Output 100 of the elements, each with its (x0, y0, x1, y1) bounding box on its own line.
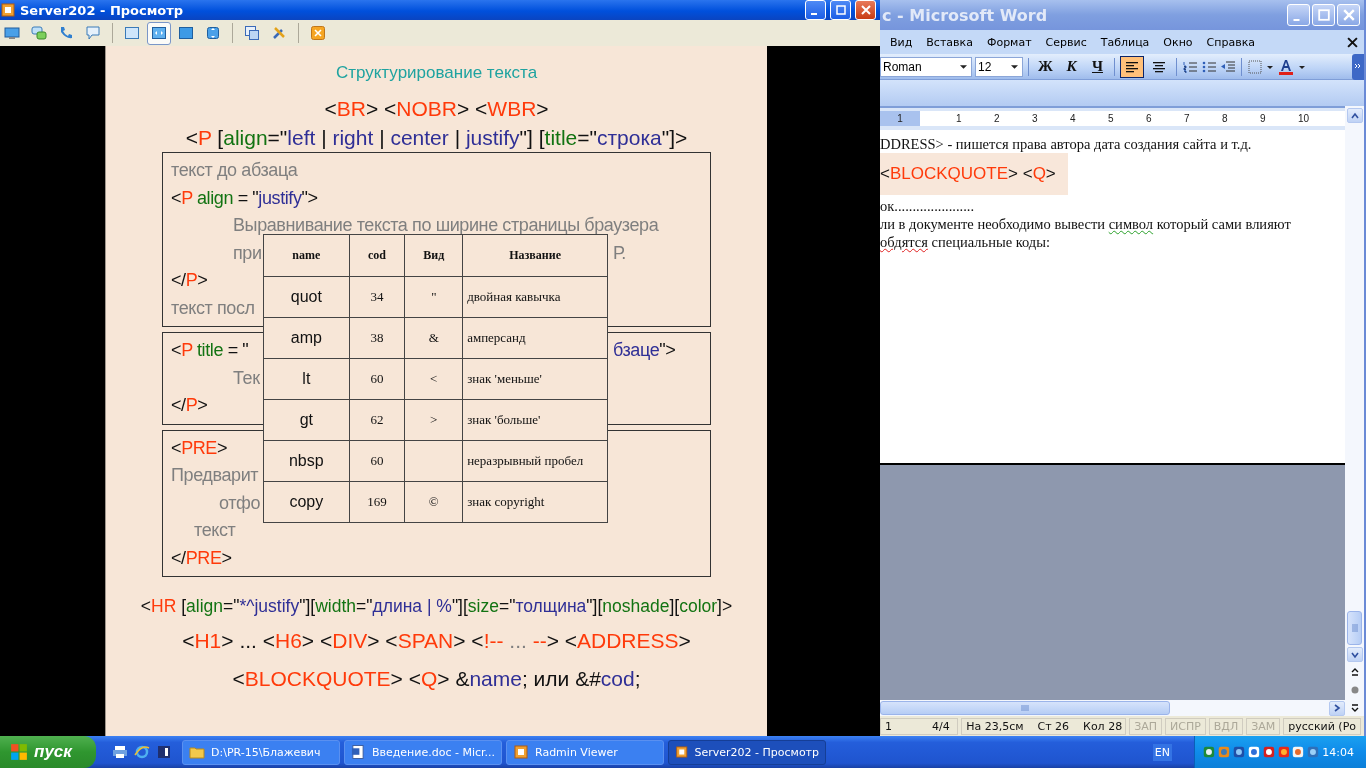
scroll-thumb[interactable] (880, 701, 1170, 715)
taskbar-button[interactable]: Введение.doc - Micr... (344, 739, 502, 765)
slide-title: Структурирование текста (335, 63, 538, 83)
tray-icon (1232, 744, 1245, 760)
start-button[interactable]: пуск (0, 736, 96, 768)
table-cell: 169 (349, 481, 405, 523)
app-icon (0, 2, 16, 18)
status-text: Ст 26 (1037, 719, 1070, 733)
tray-icon (1203, 744, 1215, 760)
table-cell: amp (263, 317, 350, 359)
menu-item[interactable]: Сервис (1038, 33, 1094, 51)
arrow-down-icon (1350, 650, 1359, 659)
language-indicator[interactable]: EN (1152, 743, 1172, 761)
close-icon (1347, 36, 1358, 48)
table-cell: знак 'больше' (462, 399, 608, 441)
tray-icon (1307, 744, 1320, 760)
media-icon (156, 744, 172, 760)
table-cell: неразрывный пробел (462, 440, 608, 482)
tray-icon (1247, 744, 1260, 760)
menu-item[interactable]: Вид (883, 33, 920, 51)
app-icon (513, 744, 529, 760)
code-line: </PRE> (171, 546, 232, 570)
code-line: <H1> ... <H6> <DIV> <SPAN> <!-- ... --> <ADDRESS> (182, 628, 691, 654)
code-line: <PRE> (171, 436, 228, 460)
menu-item[interactable]: Формат (979, 33, 1039, 51)
close-icon (1342, 9, 1355, 21)
document-text: DDRESS> - пишется права автора дата создания сайта и т.д. (880, 135, 1253, 153)
code-line: <HR [align="*^justify"][width="длина | %"][size="толщина"][noshade][color]> (140, 595, 733, 618)
maximize-button[interactable] (830, 0, 851, 20)
ruler-number: 2 (994, 113, 1001, 124)
code-line: <BR> <NOBR> <WBR> (324, 96, 549, 122)
vertical-scrollbar[interactable] (1345, 106, 1364, 716)
tray-icon (1262, 744, 1275, 760)
close-icon (860, 5, 871, 15)
fit-screen-icon (151, 25, 167, 41)
ruler-number: 6 (1146, 113, 1153, 124)
table-cell: 60 (349, 358, 405, 400)
window-title: c - Microsoft Word (882, 5, 1049, 25)
taskbar-button[interactable]: Server202 - Просмотр (668, 739, 826, 765)
scale-icon (205, 25, 221, 41)
grip-icon (1349, 623, 1360, 633)
window-icon (124, 25, 140, 41)
code-line: Р. (613, 241, 626, 265)
menu-item[interactable]: Справка (1199, 33, 1263, 51)
code-line: <P title = " (171, 339, 249, 362)
ruler-number: 5 (1108, 113, 1115, 124)
double-arrow-up-icon (1349, 667, 1360, 677)
scroll-right-button[interactable] (1329, 700, 1345, 716)
status-text: На 23,5см (966, 719, 1024, 733)
table-cell: lt (263, 358, 350, 400)
document-text: ок...................... (880, 197, 976, 215)
code-line: отфо (219, 491, 261, 515)
menu-item[interactable]: Вставка (919, 33, 980, 51)
dropdown-icon (960, 64, 967, 69)
minimize-button[interactable] (805, 0, 826, 20)
taskbar-button[interactable]: D:\PR-15\Блажевич (182, 739, 340, 765)
maximize-icon (835, 5, 846, 15)
table-cell: 62 (349, 399, 405, 441)
taskbar-button[interactable]: Radmin Viewer (506, 739, 664, 765)
border-icon (1247, 58, 1263, 75)
table-header-cell: name (263, 234, 350, 277)
code-line: <BLOCKQUOTE> <Q> &name; или &#cod; (232, 666, 641, 692)
ruler-number: 4 (1070, 113, 1077, 124)
arrow-right-icon (1333, 704, 1341, 712)
font-size-field[interactable]: 12 (975, 56, 1023, 77)
table-cell: знак copyright (462, 481, 608, 523)
grip-icon (1020, 703, 1030, 713)
italic-button[interactable]: К (1060, 55, 1083, 78)
code-line: Тек (233, 366, 260, 390)
horizontal-scrollbar[interactable] (880, 700, 1345, 716)
close-button[interactable] (855, 0, 876, 20)
table-cell: " (404, 276, 463, 318)
toolbar-button[interactable] (147, 21, 171, 45)
tray-icon (1277, 744, 1290, 760)
table-header-cell: cod (349, 234, 405, 277)
scroll-up-button[interactable] (1346, 108, 1363, 123)
app-icon (675, 744, 689, 760)
indent-icon (1220, 58, 1236, 75)
code-line: текст до абзаца (171, 159, 298, 182)
chevron-icon (1354, 62, 1362, 71)
align-left-button[interactable] (1120, 55, 1144, 78)
window-title: Server202 - Просмотр (20, 2, 185, 18)
close-icon (310, 25, 326, 41)
status-text: 4/4 (932, 719, 950, 733)
scroll-down-button[interactable] (1346, 647, 1363, 662)
windows-logo-icon (10, 743, 28, 761)
menu-item[interactable]: Окно (1156, 33, 1200, 51)
font-field[interactable]: Roman (880, 56, 972, 77)
code-line: Выравнивание текста по ширине страницы браузера (233, 214, 659, 237)
underline-button[interactable]: Ч (1086, 55, 1109, 78)
ruler-number: 7 (1184, 113, 1191, 124)
toolbar-options-button[interactable] (1352, 53, 1364, 80)
menu-item[interactable]: Таблица (1093, 33, 1157, 51)
ruler-number: 10 (1298, 113, 1311, 124)
table-cell: 38 (349, 317, 405, 359)
code-line: бзаце"> (613, 339, 676, 362)
bold-button[interactable]: Ж (1034, 55, 1057, 78)
monitor-icon (4, 25, 20, 41)
table-cell: 34 (349, 276, 405, 318)
scroll-thumb[interactable] (1347, 611, 1362, 645)
